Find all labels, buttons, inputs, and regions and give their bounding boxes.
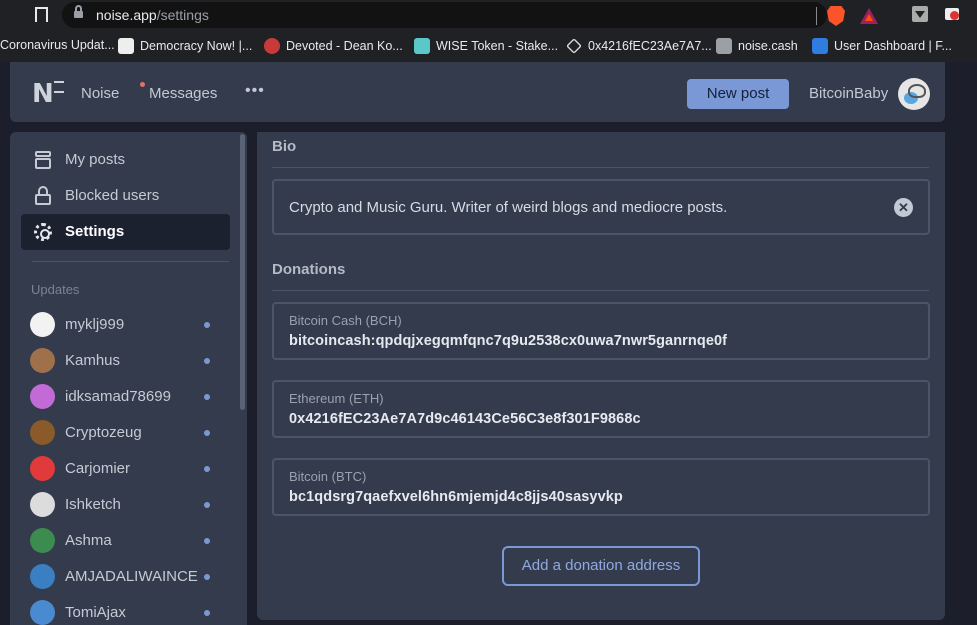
avatar [30,564,55,589]
bio-text[interactable]: Crypto and Music Guru. Writer of weird b… [289,199,727,216]
unread-dot [204,322,210,328]
sidebar-item-label: Blocked users [65,187,160,204]
bio-heading: Bio [272,138,297,155]
field-label: Bitcoin Cash (BCH) [289,313,402,328]
ethereum-icon [566,38,582,54]
gear-icon [33,222,53,242]
unread-dot [204,502,210,508]
unread-dot [204,430,210,436]
unread-dot [204,538,210,544]
list-item[interactable]: Ashma [30,527,220,555]
nav-messages[interactable]: Messages [149,85,217,102]
bookmark-item[interactable]: WISE Token - Stake... [414,38,558,54]
list-item[interactable]: myklj999 [30,311,220,339]
stack-icon [33,150,53,170]
wise-token-icon [414,38,430,54]
divider [272,167,929,168]
avatar [30,528,55,553]
avatar [30,348,55,373]
list-item[interactable]: Cryptozeug [30,419,220,447]
divider [32,261,229,262]
bookmark-item[interactable]: noise.cash [716,38,798,54]
top-navigation: N Noise Messages ••• New post BitcoinBab… [10,62,945,122]
username[interactable]: BitcoinBaby [809,85,888,102]
url-text[interactable]: noise.app/settings [96,7,209,23]
list-item[interactable]: Carjomier [30,455,220,483]
nav-noise[interactable]: Noise [81,85,119,102]
brave-shields-icon[interactable] [827,6,845,26]
field-label: Ethereum (ETH) [289,391,384,406]
sidebar-item-my-posts[interactable]: My posts [21,142,230,178]
sidebar-item-settings[interactable]: Settings [21,214,230,250]
bookmark-item[interactable]: Devoted - Dean Ko... [264,38,403,54]
browser-toolbar: noise.app/settings [0,0,977,30]
bookmark-item[interactable]: Coronavirus Updat... [0,38,115,52]
sidebar-item-label: Settings [65,223,125,240]
brave-rewards-icon[interactable] [860,8,878,24]
list-item[interactable]: AMJADALIWAINCE [30,563,220,591]
list-item[interactable]: Ishketch [30,491,220,519]
bio-field[interactable]: Crypto and Music Guru. Writer of weird b… [272,179,930,235]
field-value[interactable]: bitcoincash:qpdqjxegqmfqnc7q9u2538cx0uwa… [289,333,727,349]
list-item[interactable]: TomiAjax [30,599,220,625]
avatar [30,384,55,409]
new-post-button[interactable]: New post [687,79,789,109]
lock-icon[interactable] [74,5,83,19]
avatar[interactable] [898,78,930,110]
noise-logo[interactable]: N [32,79,64,109]
avatar [30,456,55,481]
avatar [30,600,55,625]
sidebar: My posts Blocked users Settings Updates … [10,132,247,625]
avatar [30,312,55,337]
bookmarks-bar: Coronavirus Updat... Democracy Now! |...… [0,30,977,62]
separator [816,7,817,25]
noise-icon [716,38,732,54]
divider [272,290,929,291]
app: N Noise Messages ••• New post BitcoinBab… [0,62,977,625]
field-label: Bitcoin (BTC) [289,469,367,484]
bookmark-icon[interactable] [30,5,50,25]
donations-heading: Donations [272,261,346,278]
fp-icon [812,38,828,54]
donation-field-btc[interactable]: Bitcoin (BTC) bc1qdsrg7qaefxvel6hn6mjemj… [272,458,930,516]
unread-dot [204,466,210,472]
list-item[interactable]: Kamhus [30,347,220,375]
donation-field-bch[interactable]: Bitcoin Cash (BCH) bitcoincash:qpdqjxegq… [272,302,930,360]
donation-field-eth[interactable]: Ethereum (ETH) 0x4216fEC23Ae7A7d9c46143C… [272,380,930,438]
lock-icon [33,186,53,206]
notification-dot [140,82,145,87]
democracy-now-icon [118,38,134,54]
bookmark-item[interactable]: 0x4216fEC23Ae7A7... [566,38,712,54]
avatar [30,420,55,445]
list-item[interactable]: idksamad78699 [30,383,220,411]
settings-panel: Bio Crypto and Music Guru. Writer of wei… [257,132,945,620]
field-value[interactable]: bc1qdsrg7qaefxvel6hn6mjemjd4c8jjs40sasyv… [289,489,623,505]
sidebar-scrollbar[interactable] [240,134,245,410]
sidebar-item-blocked-users[interactable]: Blocked users [21,178,230,214]
download-icon[interactable] [912,6,928,22]
address-bar[interactable]: noise.app/settings [62,2,878,28]
add-donation-address-button[interactable]: Add a donation address [502,546,700,586]
bookmark-item[interactable]: Democracy Now! |... [118,38,252,54]
sidebar-item-label: My posts [65,151,126,168]
extension-icon[interactable] [944,5,964,23]
more-menu-icon[interactable]: ••• [245,82,265,100]
avatar [30,492,55,517]
clear-icon[interactable]: ✕ [894,198,913,217]
devoted-icon [264,38,280,54]
unread-dot [204,574,210,580]
bookmark-item[interactable]: User Dashboard | F... [812,38,952,54]
updates-heading: Updates [31,282,80,297]
unread-dot [204,394,210,400]
field-value[interactable]: 0x4216fEC23Ae7A7d9c46143Ce56C3e8f301F986… [289,411,641,427]
unread-dot [204,610,210,616]
unread-dot [204,358,210,364]
